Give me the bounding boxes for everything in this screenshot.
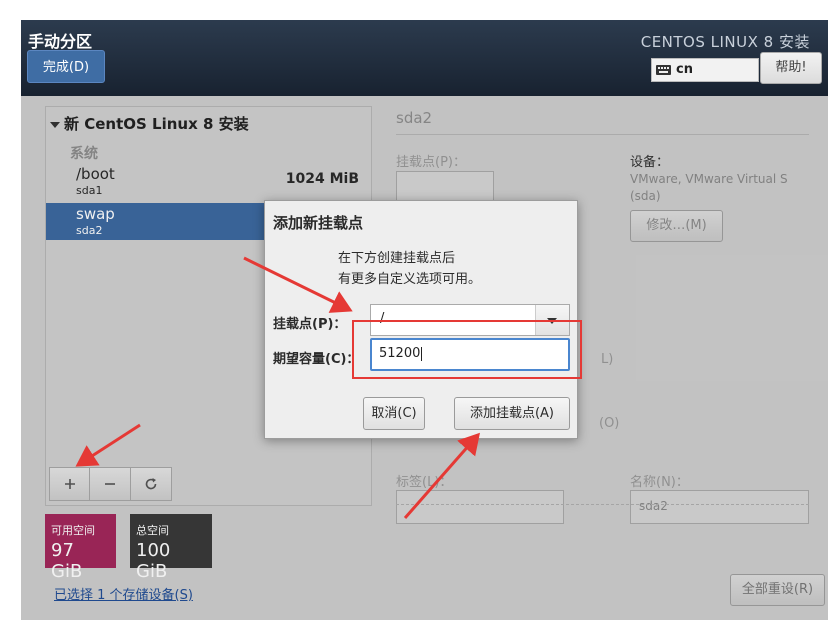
modify-button[interactable]: 修改…(M) bbox=[630, 210, 723, 242]
available-space-value: 97 GiB bbox=[51, 540, 83, 582]
mount-point-name: swap bbox=[76, 205, 115, 223]
text-caret bbox=[421, 346, 423, 361]
dialog-description-line: 在下方创建挂载点后 bbox=[338, 251, 456, 266]
done-button[interactable]: 完成(D) bbox=[27, 50, 105, 83]
available-space-box: 可用空间 97 GiB bbox=[45, 514, 116, 582]
mount-point-size: 1024 MiB bbox=[285, 171, 359, 187]
storage-devices-link[interactable]: 已选择 1 个存储设备(S) bbox=[54, 584, 193, 603]
refresh-icon bbox=[145, 478, 157, 490]
mount-point-combobox[interactable]: / bbox=[370, 304, 570, 336]
dialog-description-line: 有更多自定义选项可用。 bbox=[338, 272, 482, 287]
plus-icon bbox=[64, 479, 75, 489]
add-mount-point-button[interactable] bbox=[49, 467, 90, 501]
hidden-label-fragment: (O) bbox=[599, 416, 620, 431]
label-field[interactable] bbox=[396, 490, 564, 524]
mount-point-label: 挂载点(P)： bbox=[273, 317, 347, 332]
page-title: 手动分区 bbox=[28, 32, 93, 51]
refresh-button[interactable] bbox=[131, 467, 172, 501]
header-bar: 手动分区 完成(D) CENTOS LINUX 8 安装 cn 帮助! bbox=[21, 20, 828, 96]
device-label: 设备： bbox=[630, 155, 670, 170]
keyboard-layout-text: cn bbox=[676, 62, 693, 77]
device-text: VMware, VMware Virtual S (sda) bbox=[630, 172, 788, 203]
dialog-title: 添加新挂载点 bbox=[273, 214, 364, 232]
name-field[interactable]: sda2 bbox=[630, 490, 809, 524]
mount-point-name: /boot bbox=[76, 165, 115, 183]
available-space-label: 可用空间 bbox=[51, 524, 95, 537]
chevron-down-icon[interactable] bbox=[535, 305, 569, 335]
add-mount-point-dialog: 添加新挂载点 在下方创建挂载点后 有更多自定义选项可用。 挂载点(P)： / 期… bbox=[264, 200, 578, 439]
capacity-label: 期望容量(C)： bbox=[273, 352, 360, 367]
desired-capacity-value: 51200 bbox=[379, 346, 423, 361]
keyboard-layout-indicator[interactable]: cn bbox=[651, 58, 759, 82]
new-install-heading[interactable]: 新 CentOS Linux 8 安装 bbox=[50, 113, 249, 134]
help-button[interactable]: 帮助! bbox=[760, 52, 822, 84]
divider bbox=[396, 134, 809, 135]
total-space-label: 总空间 bbox=[136, 524, 169, 537]
cancel-button[interactable]: 取消(C) bbox=[363, 397, 425, 430]
remove-mount-point-button[interactable] bbox=[90, 467, 131, 501]
mount-point-device: sda2 bbox=[76, 224, 103, 237]
partition-detail-title: sda2 bbox=[396, 109, 433, 127]
total-space-box: 总空间 100 GiB bbox=[130, 514, 212, 582]
partition-toolbar bbox=[49, 467, 172, 501]
dashed-divider bbox=[396, 504, 809, 505]
mount-point-device: sda1 bbox=[76, 184, 103, 197]
label-field-label: 标签(L)： bbox=[396, 475, 453, 490]
total-space-value: 100 GiB bbox=[136, 540, 171, 582]
mount-point-row[interactable]: /boot sda1 1024 MiB bbox=[46, 163, 371, 200]
hidden-label-fragment: L) bbox=[601, 352, 614, 367]
mount-point-value[interactable]: / bbox=[380, 311, 384, 326]
install-title: CENTOS LINUX 8 安装 bbox=[640, 33, 810, 51]
add-mount-point-button[interactable]: 添加挂载点(A) bbox=[454, 397, 570, 430]
expander-triangle-icon[interactable] bbox=[50, 121, 60, 128]
dialog-description: 在下方创建挂载点后 有更多自定义选项可用。 bbox=[338, 248, 481, 290]
reset-all-button[interactable]: 全部重设(R) bbox=[730, 574, 825, 606]
minus-icon bbox=[105, 483, 115, 485]
system-group-label: 系统 bbox=[70, 146, 98, 162]
desired-capacity-input[interactable]: 51200 bbox=[370, 338, 570, 371]
keyboard-icon bbox=[656, 65, 671, 75]
name-field-label: 名称(N)： bbox=[630, 475, 689, 490]
mount-point-label: 挂载点(P)： bbox=[396, 155, 466, 170]
